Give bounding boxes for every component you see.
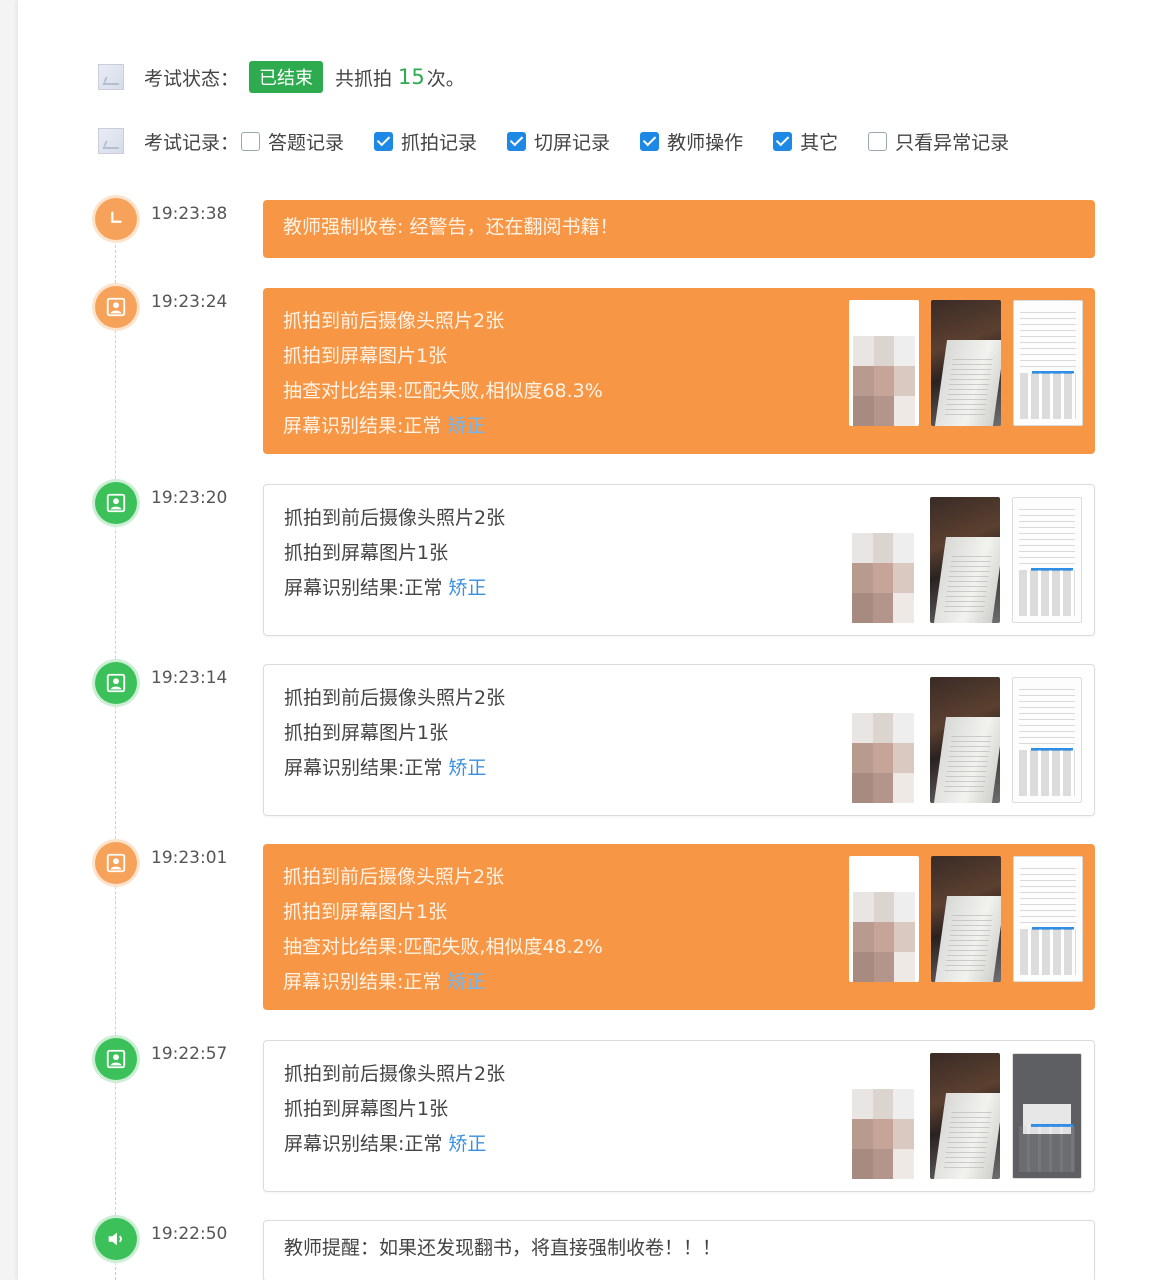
filter-label: 答题记录 [268, 131, 345, 154]
camera-photo-thumbnail[interactable] [849, 856, 919, 982]
filter-label: 切屏记录 [534, 131, 611, 154]
exam-monitor-page: 考试状态： 已结束 共抓拍 15 次。 考试记录： 答题记录 抓拍记录 切屏记录 教师… [18, 0, 1170, 1280]
record-card: 教师强制收卷: 经警告，还在翻阅书籍！ [263, 200, 1095, 258]
screen-capture-thumbnail[interactable] [1012, 677, 1082, 803]
rear-camera-thumbnail[interactable] [930, 1053, 1000, 1179]
filter-label: 只看异常记录 [895, 131, 1010, 154]
broken-image-icon [98, 64, 124, 90]
screen-capture-thumbnail[interactable] [1013, 856, 1083, 982]
record-line: 教师提醒：如果还发现翻书，将直接强制收卷！！！ [284, 1237, 722, 1259]
entry-time: 19:23:01 [151, 848, 228, 868]
camera-photo-thumbnail[interactable] [849, 300, 919, 426]
filter-teacher-actions[interactable]: 教师操作 [640, 128, 743, 155]
entry-time: 19:23:38 [151, 204, 228, 224]
filter-capture-records[interactable]: 抓拍记录 [374, 128, 477, 155]
clock-icon [95, 198, 137, 240]
filter-abnormal-only[interactable]: 只看异常记录 [868, 128, 1009, 155]
face-capture-icon [95, 842, 137, 884]
filter-checkbox[interactable] [507, 131, 527, 151]
exam-records-filter-row: 考试记录： 答题记录 抓拍记录 切屏记录 教师操作 其它 只看异常记录 [98, 124, 1039, 158]
filter-label: 其它 [800, 131, 839, 154]
record-card: 抓拍到前后摄像头照片2张 抓拍到屏幕图片1张 屏幕识别结果:正常 矫正 [263, 664, 1095, 816]
record-line: 教师强制收卷: 经警告，还在翻阅书籍！ [283, 216, 619, 238]
screen-capture-thumbnail[interactable] [1012, 497, 1082, 623]
record-card: 抓拍到前后摄像头照片2张 抓拍到屏幕图片1张 屏幕识别结果:正常 矫正 [263, 1040, 1095, 1192]
rear-camera-thumbnail[interactable] [931, 300, 1001, 426]
filter-switch-screen-records[interactable]: 切屏记录 [507, 128, 610, 155]
exam-status-label: 考试状态： [144, 67, 240, 90]
record-card: 抓拍到前后摄像头照片2张 抓拍到屏幕图片1张 屏幕识别结果:正常 矫正 [263, 484, 1095, 636]
exam-records-label: 考试记录： [144, 131, 240, 154]
camera-photo-thumbnail[interactable] [848, 497, 918, 623]
filter-checkbox[interactable] [773, 131, 793, 151]
rear-camera-thumbnail[interactable] [930, 677, 1000, 803]
correct-link[interactable]: 矫正 [447, 415, 485, 437]
correct-link[interactable]: 矫正 [448, 1133, 486, 1155]
entry-time: 19:23:24 [151, 292, 228, 312]
broken-image-icon [98, 128, 124, 154]
entry-time: 19:23:14 [151, 668, 228, 688]
correct-link[interactable]: 矫正 [448, 757, 486, 779]
face-capture-icon [95, 482, 137, 524]
entry-time: 19:23:20 [151, 488, 228, 508]
filter-checkbox[interactable] [241, 131, 261, 151]
correct-link[interactable]: 矫正 [447, 971, 485, 993]
capture-count-prefix: 共抓拍 [335, 67, 393, 90]
exam-status-row: 考试状态： 已结束 共抓拍 15 次。 [98, 60, 465, 94]
rear-camera-thumbnail[interactable] [931, 856, 1001, 982]
camera-photo-thumbnail[interactable] [848, 1053, 918, 1179]
filter-answer-records[interactable]: 答题记录 [241, 128, 344, 155]
face-capture-icon [95, 286, 137, 328]
record-card: 教师提醒：如果还发现翻书，将直接强制收卷！！！ [263, 1220, 1095, 1280]
capture-thumbnails [848, 497, 1082, 623]
capture-thumbnails [849, 300, 1083, 426]
screen-capture-thumbnail[interactable] [1013, 300, 1083, 426]
status-badge: 已结束 [249, 61, 324, 93]
camera-photo-thumbnail[interactable] [848, 677, 918, 803]
filter-checkbox[interactable] [640, 131, 660, 151]
filter-label: 抓拍记录 [401, 131, 478, 154]
capture-thumbnails [849, 856, 1083, 982]
filter-other[interactable]: 其它 [773, 128, 838, 155]
capture-count-suffix: 次。 [426, 67, 465, 90]
record-card: 抓拍到前后摄像头照片2张 抓拍到屏幕图片1张 抽查对比结果:匹配失败,相似度68.3… [263, 288, 1095, 454]
rear-camera-thumbnail[interactable] [930, 497, 1000, 623]
capture-thumbnails [848, 677, 1082, 803]
filter-checkbox[interactable] [374, 131, 394, 151]
filter-label: 教师操作 [667, 131, 744, 154]
filter-checkbox[interactable] [868, 131, 888, 151]
speaker-icon [95, 1218, 137, 1260]
correct-link[interactable]: 矫正 [448, 577, 486, 599]
entry-time: 19:22:57 [151, 1044, 228, 1064]
face-capture-icon [95, 1038, 137, 1080]
capture-count-value: 15 [398, 65, 425, 89]
capture-thumbnails [848, 1053, 1082, 1179]
screen-capture-thumbnail[interactable] [1012, 1053, 1082, 1179]
record-card: 抓拍到前后摄像头照片2张 抓拍到屏幕图片1张 抽查对比结果:匹配失败,相似度48.2… [263, 844, 1095, 1010]
face-capture-icon [95, 662, 137, 704]
entry-time: 19:22:50 [151, 1224, 228, 1244]
timeline-line [115, 225, 116, 1280]
